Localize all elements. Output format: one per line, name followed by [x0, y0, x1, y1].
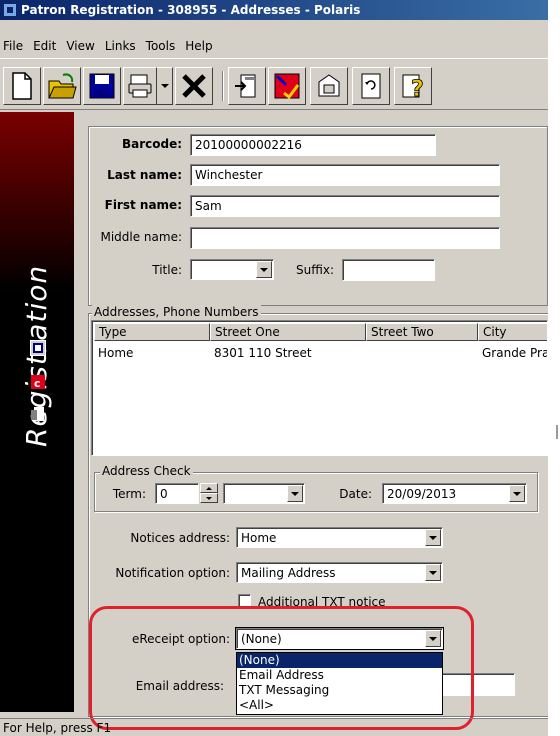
refresh-icon — [361, 73, 381, 99]
check-button[interactable] — [268, 67, 306, 105]
notices-address-dropdown-button[interactable] — [425, 529, 441, 546]
title-dropdown-button[interactable] — [256, 261, 272, 278]
help-button[interactable]: ? — [394, 67, 432, 105]
lastname-field[interactable]: Winchester — [190, 164, 500, 186]
date-picker[interactable]: 20/09/2013 — [382, 483, 527, 504]
lastname-label: Last name: — [107, 168, 182, 182]
chevron-down-icon — [429, 535, 437, 540]
term-label: Term: — [112, 487, 146, 501]
properties-icon — [318, 74, 340, 97]
firstname-field[interactable]: Sam — [190, 195, 500, 217]
check-in-icon — [274, 73, 300, 100]
window-title: Patron Registration - 308955 - Addresses… — [21, 3, 361, 17]
send-to-icon — [235, 74, 256, 98]
column-header-street-one[interactable]: Street One — [210, 323, 366, 341]
open-folder-icon — [48, 73, 77, 99]
barcode-label: Barcode: — [121, 137, 182, 151]
status-bar: For Help, press F1 — [0, 718, 548, 736]
term-spinner[interactable] — [200, 483, 218, 504]
title-bar: Patron Registration - 308955 - Addresses… — [0, 0, 548, 20]
addresses-view-icon[interactable] — [30, 340, 46, 356]
properties-button[interactable] — [310, 67, 348, 105]
cell-city: Grande Pra — [482, 346, 548, 360]
status-text: For Help, press F1 — [3, 721, 112, 735]
notification-option-select[interactable]: Mailing Address — [236, 562, 443, 583]
menu-view[interactable]: View — [61, 39, 99, 53]
menu-help[interactable]: Help — [180, 39, 217, 53]
table-row[interactable]: Home 8301 110 Street Grande Pra — [94, 345, 548, 363]
print-button[interactable] — [123, 67, 157, 105]
refresh-button[interactable] — [352, 67, 390, 105]
registration-sidebar: Registration c — [0, 112, 74, 712]
notification-option-value: Mailing Address — [241, 566, 336, 580]
term-unit-dropdown-button[interactable] — [287, 485, 303, 502]
chevron-up-icon — [206, 486, 212, 490]
delete-x-icon — [182, 74, 206, 98]
spin-down-button[interactable] — [200, 493, 218, 503]
app-icon — [3, 3, 17, 17]
suffix-label: Suffix: — [296, 263, 334, 277]
spin-up-button[interactable] — [200, 483, 218, 493]
highlight-annotation — [89, 606, 474, 730]
middlename-label: Middle name: — [100, 230, 182, 244]
date-label: Date: — [339, 487, 372, 501]
suffix-field[interactable] — [342, 259, 435, 281]
menu-links[interactable]: Links — [100, 39, 141, 53]
term-field[interactable]: 0 — [155, 483, 199, 504]
barcode-field[interactable]: 20100000002216 — [190, 134, 436, 156]
margin-mark — [556, 425, 558, 439]
delete-button[interactable] — [175, 67, 213, 105]
notes-view-icon[interactable] — [30, 406, 46, 422]
title-label: Title: — [152, 263, 182, 277]
app-window: Patron Registration - 308955 - Addresses… — [0, 0, 548, 736]
date-value: 20/09/2013 — [387, 487, 457, 501]
toolbar-separator — [222, 71, 224, 101]
circulation-view-icon[interactable]: c — [30, 374, 46, 390]
svg-text:?: ? — [411, 77, 424, 100]
svg-text:c: c — [34, 377, 41, 390]
address-check-title: Address Check — [100, 464, 193, 478]
date-dropdown-button[interactable] — [509, 485, 525, 502]
notification-option-label: Notification option: — [115, 566, 230, 580]
menu-tools[interactable]: Tools — [141, 39, 181, 53]
address-list[interactable]: Type Street One Street Two City Home 830… — [91, 320, 548, 456]
menu-edit[interactable]: Edit — [28, 39, 61, 53]
open-button[interactable] — [43, 67, 81, 105]
toolbar: ? — [0, 58, 548, 110]
cell-street-two — [366, 345, 478, 363]
chevron-down-icon — [160, 84, 169, 88]
notices-address-value: Home — [241, 531, 277, 545]
cell-street-one: 8301 110 Street — [214, 346, 312, 360]
notification-option-dropdown-button[interactable] — [425, 564, 441, 581]
new-document-icon — [12, 72, 32, 100]
firstname-label: First name: — [104, 198, 182, 212]
title-select[interactable] — [190, 259, 274, 280]
help-icon: ? — [402, 74, 424, 100]
send-button[interactable] — [228, 67, 266, 105]
chevron-down-icon — [206, 496, 212, 500]
print-icon — [128, 74, 152, 98]
chevron-down-icon — [429, 570, 437, 575]
save-disk-icon — [89, 73, 115, 99]
column-header-city[interactable]: City — [478, 323, 547, 341]
chevron-down-icon — [260, 267, 268, 272]
notices-address-label: Notices address: — [130, 531, 230, 545]
column-header-type[interactable]: Type — [94, 323, 210, 341]
chevron-down-icon — [291, 491, 299, 496]
save-button[interactable] — [83, 67, 121, 105]
addresses-group-title: Addresses, Phone Numbers — [92, 305, 261, 319]
menu-bar: File Edit View Links Tools Help — [0, 36, 548, 56]
column-header-street-two[interactable]: Street Two — [366, 323, 478, 341]
address-list-header: Type Street One Street Two City — [94, 323, 547, 341]
page-margin — [548, 0, 560, 736]
middlename-field[interactable] — [190, 227, 500, 249]
new-button[interactable] — [3, 67, 41, 105]
menu-file[interactable]: File — [0, 39, 28, 53]
term-unit-select[interactable] — [223, 483, 305, 504]
print-dropdown-button[interactable] — [157, 67, 173, 105]
notices-address-select[interactable]: Home — [236, 527, 443, 548]
chevron-down-icon — [513, 491, 521, 496]
cell-type: Home — [98, 346, 134, 360]
